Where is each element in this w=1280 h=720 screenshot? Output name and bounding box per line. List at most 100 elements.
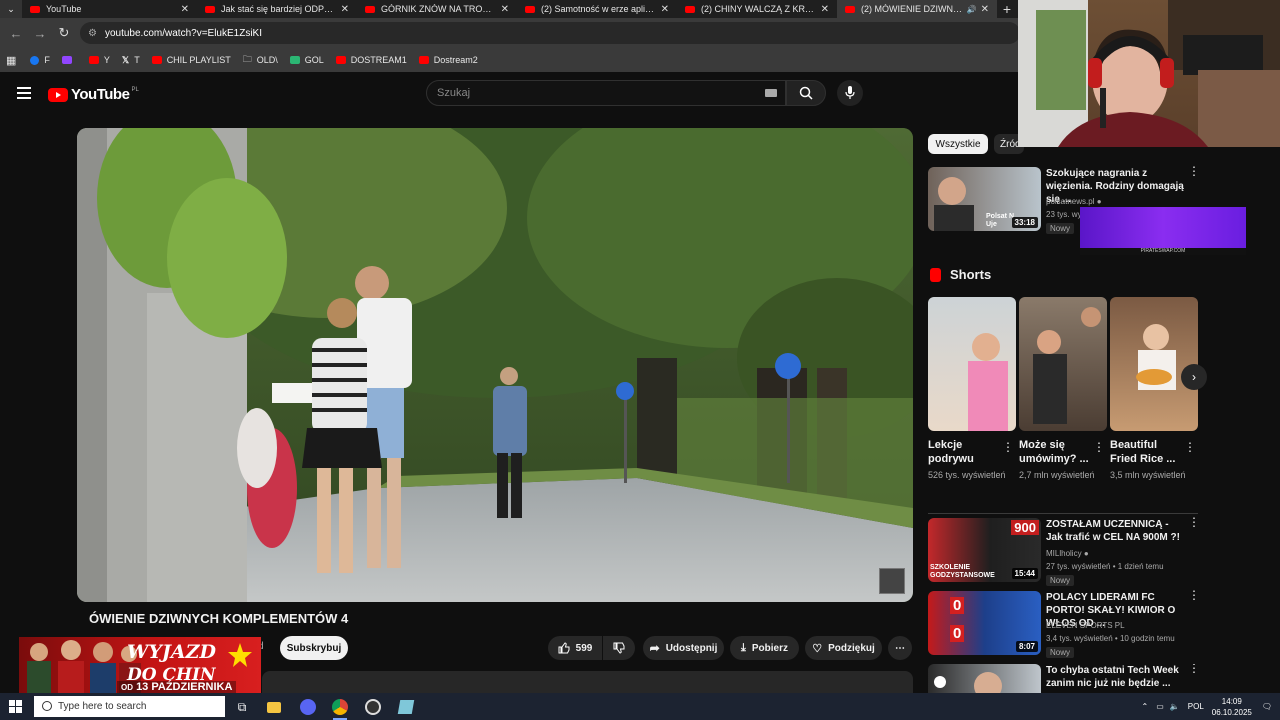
more-vert-icon[interactable]: ⋮ bbox=[1093, 440, 1105, 454]
voice-search-button[interactable] bbox=[837, 80, 863, 106]
speaker-icon[interactable]: 🔊 bbox=[967, 5, 977, 14]
browser-tab[interactable]: Jak stać się bardziej ODPORNY ✕ bbox=[197, 0, 357, 18]
short-title[interactable]: Beautiful Fried Rice ... bbox=[1110, 438, 1180, 466]
folder-icon bbox=[267, 701, 281, 713]
notifications-icon[interactable]: 🗨 bbox=[1262, 702, 1272, 711]
video-title[interactable]: ZOSTAŁAM UCZENNICĄ - Jak trafić w CEL NA… bbox=[1046, 518, 1186, 544]
bookmark-item[interactable]: Y bbox=[88, 55, 110, 65]
bookmark-label: T bbox=[134, 55, 140, 65]
channel-name[interactable]: MILlholicy ● bbox=[1046, 549, 1089, 558]
subscribe-button[interactable]: Subskrybuj bbox=[280, 636, 348, 660]
video-thumbnail[interactable]: 900 SZKOLENIE GODZYSTANSOWE 15:44 bbox=[928, 518, 1041, 582]
short-title[interactable]: Lekcje podrywu bbox=[928, 438, 998, 466]
bookmark-item[interactable]: 𝕏T bbox=[122, 55, 140, 66]
obs-button[interactable] bbox=[363, 697, 383, 717]
more-vert-icon[interactable]: ⋮ bbox=[1002, 440, 1014, 454]
search-button[interactable] bbox=[786, 80, 826, 106]
thanks-button[interactable]: ♡ Podziękuj bbox=[805, 636, 882, 660]
more-vert-icon[interactable]: ⋮ bbox=[1188, 664, 1200, 674]
site-info-icon[interactable]: ⚙ bbox=[88, 28, 97, 39]
browser-tab-active[interactable]: (2) MÓWIENIE DZIWNYCH K 🔊 ✕ bbox=[837, 0, 997, 18]
browser-tab[interactable]: GÓRNIK ZNÓW NA TRONIE! SI ✕ bbox=[357, 0, 517, 18]
reload-button[interactable]: ↻ bbox=[52, 25, 76, 41]
short-title[interactable]: Może się umówimy? ... bbox=[1019, 438, 1089, 466]
recommendation-item[interactable]: 0 0 8:07 POLACY LIDERAMI FC PORTO! SKAŁY… bbox=[928, 589, 1278, 658]
short-thumbnail[interactable] bbox=[928, 297, 1016, 431]
video-player[interactable] bbox=[77, 128, 913, 602]
more-actions-button[interactable]: ⋯ bbox=[888, 636, 912, 660]
shorts-next-button[interactable]: › bbox=[1181, 364, 1207, 390]
channel-name[interactable]: polsatnews.pl ● bbox=[1046, 197, 1102, 206]
bookmark-folder[interactable]: 🗀 OLD\ bbox=[243, 52, 278, 68]
file-explorer-button[interactable] bbox=[264, 697, 284, 717]
keyboard-icon[interactable] bbox=[765, 89, 777, 97]
shorts-logo-icon bbox=[930, 267, 941, 282]
close-tab-icon[interactable]: ✕ bbox=[821, 4, 829, 15]
video-title[interactable]: To chyba ostatni Tech Week zanim nic już… bbox=[1046, 664, 1186, 690]
more-vert-icon[interactable]: ⋮ bbox=[1188, 589, 1200, 601]
menu-icon[interactable] bbox=[17, 87, 31, 99]
browser-tab[interactable]: (2) Samotność w erze aplikacji ✕ bbox=[517, 0, 677, 18]
share-button[interactable]: ➦ Udostępnij bbox=[643, 636, 724, 660]
url-field[interactable]: ⚙ youtube.com/watch?v=ElukE1ZsiKI bbox=[80, 22, 1020, 44]
more-vert-icon[interactable]: ⋮ bbox=[1188, 165, 1200, 177]
video-thumbnail[interactable]: 0 0 8:07 bbox=[928, 591, 1041, 655]
recommendation-item[interactable]: To chyba ostatni Tech Week zanim nic już… bbox=[928, 664, 1278, 693]
gol-icon bbox=[289, 56, 300, 64]
bookmark-item[interactable]: GOL bbox=[289, 55, 324, 65]
bookmark-item[interactable]: F bbox=[30, 55, 50, 65]
more-vert-icon[interactable]: ⋮ bbox=[1184, 440, 1196, 454]
browser-tab[interactable]: YouTube ✕ bbox=[22, 0, 197, 18]
thumbs-up-icon bbox=[558, 642, 570, 654]
bookmark-item[interactable]: Dostream2 bbox=[418, 55, 478, 65]
bookmark-item[interactable] bbox=[61, 56, 77, 64]
windows-start-button[interactable] bbox=[9, 700, 22, 713]
short-thumbnail[interactable] bbox=[1110, 297, 1198, 431]
forward-button[interactable]: → bbox=[28, 26, 52, 41]
like-button[interactable]: 599 bbox=[548, 636, 602, 660]
new-tab-button[interactable]: + bbox=[997, 1, 1017, 17]
new-badge: Nowy bbox=[1046, 575, 1075, 586]
language-indicator[interactable]: POL bbox=[1188, 702, 1204, 711]
close-tab-icon[interactable]: ✕ bbox=[341, 4, 349, 15]
apps-grid-icon[interactable]: ▦ bbox=[6, 54, 16, 67]
bookmark-item[interactable]: CHIL PLAYLIST bbox=[151, 55, 231, 65]
chevron-down-icon: ⌄ bbox=[7, 3, 15, 14]
recommendation-item[interactable]: 900 SZKOLENIE GODZYSTANSOWE 15:44 ZOSTAŁ… bbox=[928, 516, 1278, 586]
chip-all[interactable]: Wszystkie bbox=[928, 134, 988, 154]
youtube-logo[interactable]: YouTube PL bbox=[48, 86, 139, 103]
volume-icon[interactable]: 🔈 bbox=[1170, 702, 1180, 711]
download-button[interactable]: ⤓ Pobierz bbox=[730, 636, 799, 660]
channel-name[interactable]: ELEVEN SPORTS PL bbox=[1046, 621, 1125, 630]
bookmark-item[interactable]: DOSTREAM1 bbox=[335, 55, 407, 65]
browser-tab[interactable]: (2) CHINY WALCZĄ Z KRYZYSEI ✕ bbox=[677, 0, 837, 18]
network-icon[interactable]: ▭ bbox=[1156, 702, 1164, 711]
clock[interactable]: 14:09 06.10.2025 bbox=[1212, 696, 1252, 718]
thumbnail-person-image bbox=[934, 177, 974, 231]
search-input[interactable]: Szukaj bbox=[426, 80, 786, 106]
video-thumbnail[interactable]: Polsat N Uje 33:18 bbox=[928, 167, 1041, 231]
chrome-button[interactable] bbox=[330, 697, 350, 720]
youtube-icon bbox=[335, 56, 346, 64]
discord-button[interactable] bbox=[298, 697, 318, 717]
back-button[interactable]: ← bbox=[4, 26, 28, 41]
more-vert-icon[interactable]: ⋮ bbox=[1188, 516, 1200, 528]
description-box[interactable] bbox=[262, 671, 913, 693]
tray-chevron-up-icon[interactable]: ⌃ bbox=[1142, 702, 1149, 711]
app-button[interactable] bbox=[396, 697, 416, 717]
dislike-button[interactable] bbox=[603, 636, 635, 660]
short-thumbnail[interactable] bbox=[1019, 297, 1107, 431]
close-tab-icon[interactable]: ✕ bbox=[181, 4, 189, 15]
close-tab-icon[interactable]: ✕ bbox=[501, 4, 509, 15]
taskbar-search-input[interactable]: Type here to search bbox=[34, 696, 225, 717]
channel-watermark[interactable] bbox=[879, 568, 905, 594]
task-view-button[interactable]: ⧉ bbox=[232, 697, 252, 717]
bookmark-label: DOSTREAM1 bbox=[350, 55, 407, 65]
chrome-icon bbox=[332, 699, 348, 715]
chevron-right-icon: › bbox=[1192, 370, 1196, 384]
close-tab-icon[interactable]: ✕ bbox=[661, 4, 669, 15]
video-thumbnail[interactable] bbox=[928, 664, 1041, 693]
close-tab-icon[interactable]: ✕ bbox=[981, 4, 989, 15]
tab-title: (2) Samotność w erze aplikacji bbox=[541, 4, 657, 14]
tab-search-dropdown[interactable]: ⌄ bbox=[0, 0, 22, 18]
